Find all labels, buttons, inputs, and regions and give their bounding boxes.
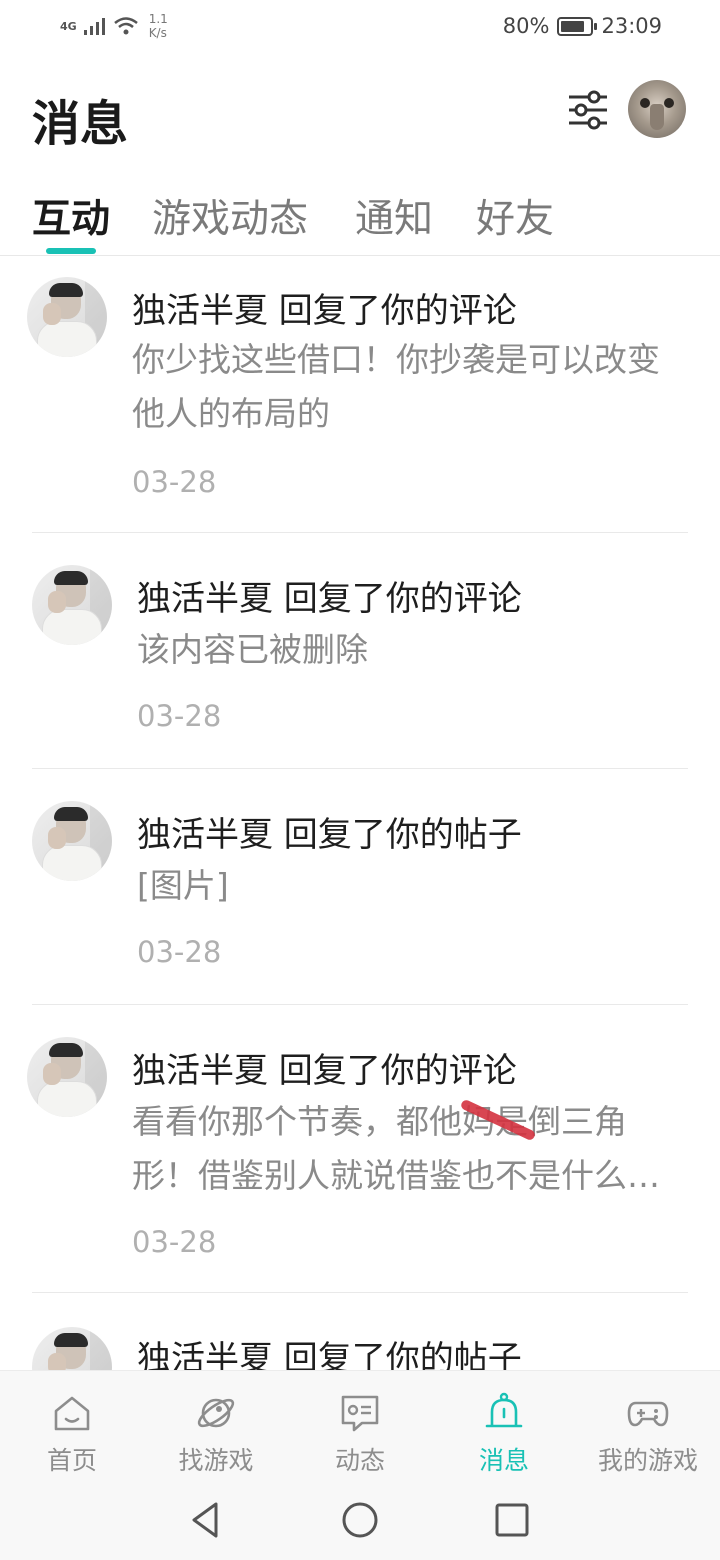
bottom-navigation: 首页 找游戏 动态 消息 我的游戏 <box>0 1370 720 1480</box>
avatar-beak <box>650 104 664 130</box>
page-title: 消息 <box>32 96 129 152</box>
message-content: [图片] <box>137 866 229 905</box>
user-avatar[interactable] <box>628 80 686 138</box>
list-item[interactable]: 独活半夏 回复了你的帖子 <box>0 1293 720 1370</box>
tab-interaction[interactable]: 互动 <box>32 188 110 244</box>
tab-game-news[interactable]: 游戏动态 <box>152 188 308 244</box>
sender-avatar[interactable] <box>32 565 112 645</box>
nav-label: 消息 <box>478 1446 529 1475</box>
status-left: 4G 1.1 K/s <box>60 12 168 40</box>
nav-home[interactable]: 首页 <box>0 1371 144 1481</box>
message-content: 你少找这些借口！你抄袭是可以改变他人的布局的 <box>132 340 660 433</box>
bell-icon <box>485 1392 523 1428</box>
message-date: 03-28 <box>132 1225 217 1259</box>
home-icon <box>54 1396 90 1431</box>
wifi-icon <box>113 17 138 35</box>
nav-label: 找游戏 <box>178 1446 254 1475</box>
list-item[interactable]: 独活半夏 回复了你的帖子 [图片] 03-28 <box>0 769 720 1005</box>
message-title: 独活半夏 回复了你的评论 <box>132 1051 517 1091</box>
network-speed: 1.1 K/s <box>148 12 168 40</box>
header: 消息 <box>0 70 720 160</box>
tab-bar: 互动 游戏动态 通知 好友 <box>0 182 720 256</box>
sliders-icon <box>569 90 607 130</box>
status-bar: 4G 1.1 K/s 80% 23:09 <box>0 0 720 56</box>
list-item[interactable]: 独活半夏 回复了你的评论 看看你那个节奏，都他妈是倒三角形！借鉴别人就说借鉴也不… <box>0 1005 720 1293</box>
chat-card-icon <box>341 1395 379 1432</box>
gamepad-icon <box>627 1401 669 1427</box>
message-title: 独活半夏 回复了你的评论 <box>132 291 517 331</box>
tab-friends[interactable]: 好友 <box>476 188 554 244</box>
sender-avatar[interactable] <box>32 1327 112 1370</box>
home-circle-icon[interactable] <box>340 1500 380 1540</box>
planet-icon <box>197 1398 235 1428</box>
nav-messages[interactable]: 消息 <box>432 1371 576 1481</box>
avatar-eye <box>640 98 650 108</box>
avatar-eye <box>664 98 674 108</box>
signal-icon <box>83 18 105 35</box>
tab-notifications[interactable]: 通知 <box>355 188 433 244</box>
message-title: 独活半夏 回复了你的帖子 <box>137 815 522 855</box>
sender-avatar[interactable] <box>27 277 107 357</box>
active-tab-indicator <box>46 248 96 254</box>
list-item[interactable]: 独活半夏 回复了你的评论 你少找这些借口！你抄袭是可以改变他人的布局的 03-2… <box>0 257 720 533</box>
nav-label: 我的游戏 <box>597 1446 698 1475</box>
status-right: 80% 23:09 <box>503 14 662 38</box>
message-date: 03-28 <box>137 699 222 733</box>
sender-avatar[interactable] <box>27 1037 107 1117</box>
network-type: 4G <box>60 19 77 33</box>
recents-icon[interactable] <box>492 1500 532 1540</box>
nav-label: 首页 <box>46 1446 97 1475</box>
system-navigation-bar <box>0 1480 720 1560</box>
message-title: 独活半夏 回复了你的评论 <box>137 579 522 619</box>
list-item[interactable]: 独活半夏 回复了你的评论 该内容已被删除 03-28 <box>0 533 720 769</box>
nav-my-games[interactable]: 我的游戏 <box>576 1371 720 1481</box>
sender-avatar[interactable] <box>32 801 112 881</box>
battery-fill <box>561 20 584 32</box>
clock: 23:09 <box>601 14 662 38</box>
filter-button[interactable] <box>566 88 610 132</box>
battery-icon <box>557 16 598 36</box>
back-icon[interactable] <box>186 1500 226 1540</box>
battery-percent: 80% <box>502 14 550 38</box>
message-list[interactable]: 独活半夏 回复了你的评论 你少找这些借口！你抄袭是可以改变他人的布局的 03-2… <box>0 257 720 1370</box>
message-content: 看看你那个节奏，都他妈是倒三角形！借鉴别人就说借鉴也不是什么… <box>132 1102 660 1195</box>
nav-feed[interactable]: 动态 <box>288 1371 432 1481</box>
message-content: 该内容已被删除 <box>137 630 368 669</box>
message-date: 03-28 <box>132 465 217 499</box>
message-title: 独活半夏 回复了你的帖子 <box>137 1339 522 1370</box>
message-date: 03-28 <box>137 935 222 969</box>
nav-find-games[interactable]: 找游戏 <box>144 1371 288 1481</box>
nav-label: 动态 <box>334 1446 385 1475</box>
